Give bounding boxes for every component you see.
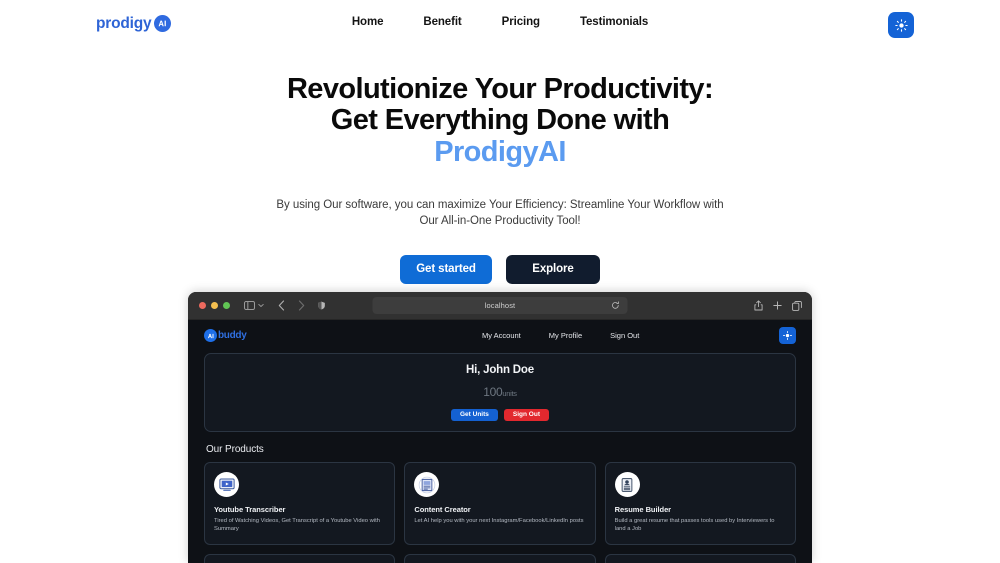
sun-icon [894, 18, 908, 32]
app-logo-text: buddy [218, 330, 247, 341]
product-description: Let AI help you with your next Instagram… [414, 518, 584, 524]
get-units-button[interactable]: Get Units [451, 409, 498, 421]
shield-icon [318, 301, 326, 310]
forward-chevron-right-icon[interactable] [298, 300, 305, 311]
browser-mockup: localhost buddy My Account My Profile Si… [188, 292, 812, 563]
sidebar-chevron-down-icon[interactable] [258, 303, 264, 308]
close-window-icon[interactable] [199, 302, 206, 309]
units-balance: 100units [483, 385, 517, 399]
sign-out-button[interactable]: Sign Out [503, 409, 549, 421]
hero-subtitle-line-2: Our All-in-One Productivity Tool! [419, 215, 581, 228]
hero-subtitle: By using Our software, you can maximize … [0, 197, 1000, 230]
products-heading: Our Products [206, 444, 264, 455]
product-name: Content Creator [414, 505, 471, 514]
show-tabs-icon[interactable] [792, 300, 802, 311]
product-card-resume-builder[interactable]: Resume Builder Build a great resume that… [604, 462, 796, 545]
headline-accent: ProdigyAI [434, 135, 566, 168]
reload-icon[interactable] [612, 301, 620, 310]
minimize-window-icon[interactable] [211, 302, 218, 309]
address-bar[interactable]: localhost [318, 297, 628, 314]
product-card-row2-3[interactable] [604, 553, 796, 563]
greeting-actions: Get Units Sign Out [451, 409, 549, 421]
resume-document-icon [614, 472, 640, 497]
app-nav-my-account[interactable]: My Account [482, 331, 521, 340]
nav-link-home[interactable]: Home [352, 16, 384, 28]
app-theme-toggle-button[interactable] [779, 327, 796, 344]
cta-button-row: Get started Explore [0, 254, 1000, 284]
explore-button[interactable]: Explore [506, 254, 600, 284]
hero-subtitle-line-1: By using Our software, you can maximize … [276, 198, 724, 211]
nav-link-testimonials[interactable]: Testimonials [580, 16, 648, 28]
get-started-button[interactable]: Get started [400, 254, 492, 284]
units-value: 100 [483, 385, 503, 399]
products-grid-row-2 [188, 553, 812, 563]
headline-line-1: Revolutionize Your Productivity: [286, 73, 714, 105]
nav-link-benefit[interactable]: Benefit [423, 16, 461, 28]
app-ai-badge-icon [204, 329, 217, 342]
app-viewport: buddy My Account My Profile Sign Out Hi,… [188, 320, 812, 563]
product-name: Resume Builder [614, 505, 672, 514]
document-stack-icon [414, 472, 440, 497]
primary-nav: Home Benefit Pricing Testimonials [0, 16, 1000, 28]
landing-page: prodigy Home Benefit Pricing Testimonial… [0, 0, 1000, 563]
window-traffic-lights [199, 302, 230, 309]
product-card-youtube-transcriber[interactable]: Youtube Transcriber Tired of Watching Vi… [204, 462, 396, 545]
app-logo[interactable]: buddy [204, 329, 247, 342]
app-navigation-bar: buddy My Account My Profile Sign Out [188, 320, 812, 351]
chrome-right-actions [754, 300, 802, 311]
products-grid-row-1: Youtube Transcriber Tired of Watching Vi… [188, 462, 812, 545]
product-card-content-creator[interactable]: Content Creator Let AI help you with you… [404, 462, 596, 545]
maximize-window-icon[interactable] [223, 302, 230, 309]
video-monitor-icon [214, 472, 239, 497]
browser-chrome-bar: localhost [188, 292, 812, 320]
top-navigation-bar: prodigy Home Benefit Pricing Testimonial… [0, 0, 1000, 50]
headline-line-2: Get Everything Done with [330, 104, 670, 137]
greeting-title: Hi, John Doe [466, 364, 534, 376]
product-description: Tired of Watching Videos, Get Transcript… [214, 518, 380, 533]
app-nav-my-profile[interactable]: My Profile [549, 331, 582, 340]
product-name: Youtube Transcriber [214, 505, 286, 514]
app-nav-links: My Account My Profile Sign Out [482, 331, 639, 340]
greeting-card: Hi, John Doe 100units Get Units Sign Out [204, 353, 796, 432]
back-chevron-left-icon[interactable] [278, 300, 285, 311]
product-description: Build a great resume that passes tools u… [614, 518, 775, 533]
navigation-arrows [278, 300, 305, 311]
sidebar-controls [244, 301, 264, 310]
product-card-row2-1[interactable] [204, 553, 396, 563]
share-icon[interactable] [754, 300, 763, 311]
app-nav-sign-out[interactable]: Sign Out [610, 331, 639, 340]
page-title: Revolutionize Your Productivity: Get Eve… [0, 73, 1000, 168]
hero-section: Revolutionize Your Productivity: Get Eve… [0, 73, 1000, 284]
nav-link-pricing[interactable]: Pricing [502, 16, 540, 28]
address-bar-url: localhost [484, 301, 516, 310]
sidebar-toggle-icon[interactable] [244, 301, 255, 310]
theme-toggle-button[interactable] [888, 12, 914, 38]
units-suffix: units [502, 389, 517, 398]
sun-icon [783, 331, 792, 340]
new-tab-plus-icon[interactable] [773, 301, 782, 310]
product-card-row2-2[interactable] [404, 553, 596, 563]
